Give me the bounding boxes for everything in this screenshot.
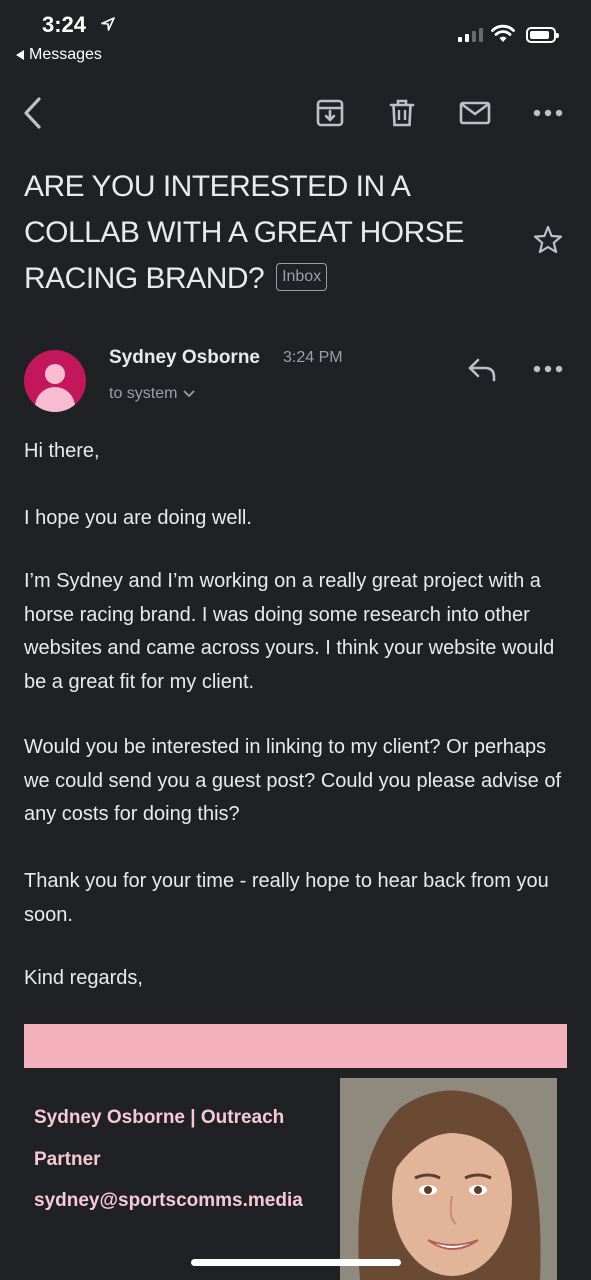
- recipient-details-toggle[interactable]: to system: [109, 385, 195, 403]
- recipient-text: to system: [109, 385, 178, 402]
- body-paragraph: Thank you for your time - really hope to…: [24, 870, 549, 926]
- back-app-label: Messages: [29, 46, 102, 63]
- home-indicator[interactable]: [191, 1259, 401, 1266]
- wifi-icon: [491, 24, 515, 42]
- delete-button[interactable]: [385, 96, 419, 130]
- reply-icon: [468, 358, 496, 382]
- cellular-signal-icon: [458, 28, 483, 42]
- sender-name[interactable]: Sydney Osborne: [109, 347, 260, 369]
- chevron-down-icon: [184, 390, 195, 397]
- star-button[interactable]: [532, 224, 564, 261]
- mark-unread-button[interactable]: [458, 96, 492, 130]
- mail-icon: [459, 101, 491, 125]
- sent-time: 3:24 PM: [283, 349, 343, 366]
- status-time: 3:24: [42, 12, 87, 37]
- archive-button[interactable]: [313, 96, 347, 130]
- back-triangle-icon: [16, 50, 24, 60]
- signature-title-continued: Partner: [34, 1149, 101, 1170]
- chevron-left-icon: [24, 97, 41, 129]
- reply-button[interactable]: [465, 352, 499, 386]
- archive-icon: [316, 99, 344, 127]
- trash-icon: [389, 99, 415, 127]
- more-horizontal-icon: [533, 109, 563, 117]
- subject-text: ARE YOU INTERESTED IN A COLLAB WITH A GR…: [24, 170, 464, 295]
- signature-email-link[interactable]: sydney@sportscomms.media: [34, 1190, 303, 1212]
- inbox-label-badge[interactable]: Inbox: [276, 263, 328, 292]
- body-greeting: Hi there,: [24, 440, 100, 462]
- email-subject: ARE YOU INTERESTED IN A COLLAB WITH A GR…: [24, 164, 494, 302]
- body-paragraph: Would you be interested in linking to my…: [24, 736, 562, 825]
- body-paragraph: I’m Sydney and I’m working on a really g…: [24, 570, 555, 693]
- back-to-app-link[interactable]: Messages: [16, 46, 102, 64]
- more-options-button[interactable]: [531, 96, 565, 130]
- message-more-button[interactable]: [531, 352, 565, 386]
- body-paragraph: I hope you are doing well.: [24, 507, 252, 529]
- battery-icon: [526, 27, 559, 43]
- avatar[interactable]: [24, 350, 86, 412]
- signature-banner: [24, 1024, 567, 1068]
- body-signoff: Kind regards,: [24, 967, 143, 989]
- back-button[interactable]: [16, 96, 50, 130]
- signature-photo: [340, 1078, 557, 1280]
- more-horizontal-icon: [533, 365, 563, 373]
- signature-name-title: Sydney Osborne | Outreach: [34, 1107, 285, 1128]
- star-icon: [533, 225, 563, 254]
- location-arrow-icon: [101, 17, 115, 31]
